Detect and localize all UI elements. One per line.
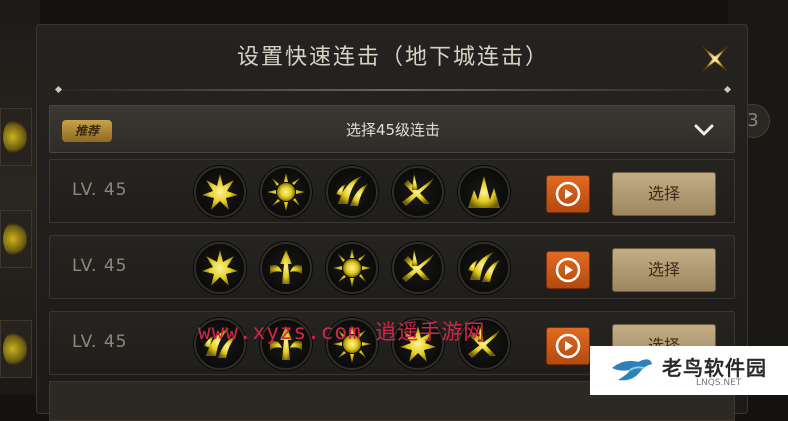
- preview-play-button[interactable]: [546, 175, 590, 213]
- preview-play-button[interactable]: [546, 251, 590, 289]
- combo-row: LV. 45 选择: [49, 235, 735, 299]
- combo-level-label: LV. 45: [72, 256, 128, 276]
- background-left-panel: [0, 0, 40, 395]
- slash-skill-icon: [392, 166, 444, 218]
- close-icon: [702, 46, 728, 72]
- background-thumbnail: [0, 210, 32, 268]
- sun-skill-icon: [326, 242, 378, 294]
- combo-level-label: LV. 45: [72, 332, 128, 352]
- preview-play-button[interactable]: [546, 327, 590, 365]
- background-thumbnail: [0, 108, 32, 166]
- play-icon: [555, 181, 581, 207]
- close-button[interactable]: [693, 37, 737, 81]
- background-thumbnail: [0, 320, 32, 378]
- logo-name: 老鸟软件园: [662, 356, 767, 380]
- title-divider: [59, 89, 727, 91]
- rise-skill-icon: [260, 242, 312, 294]
- sun-skill-icon: [260, 166, 312, 218]
- burst-skill-icon: [194, 242, 246, 294]
- combo-level-label: LV. 45: [72, 180, 128, 200]
- combo-row: LV. 45 选择: [49, 159, 735, 223]
- burst-skill-icon: [194, 166, 246, 218]
- slash-skill-icon: [392, 242, 444, 294]
- select-combo-button[interactable]: 选择: [612, 248, 716, 292]
- logo-subtext: LNQS.NET: [696, 378, 742, 388]
- claw-skill-icon: [326, 166, 378, 218]
- combo-level-dropdown[interactable]: 推荐 选择45级连击: [49, 105, 735, 153]
- play-icon: [555, 333, 581, 359]
- dropdown-selected-value: 选择45级连击: [345, 121, 441, 139]
- select-combo-button[interactable]: 选择: [612, 172, 716, 216]
- spike-skill-icon: [458, 166, 510, 218]
- chevron-down-icon: [694, 124, 714, 136]
- logo-watermark: 老鸟软件园 LNQS.NET: [590, 346, 788, 395]
- site-watermark-text: www.xyzs.com 逍遥手游网: [198, 320, 486, 344]
- claw-skill-icon: [458, 242, 510, 294]
- play-icon: [555, 257, 581, 283]
- dialog-title: 设置快速连击（地下城连击）: [236, 45, 549, 70]
- bird-logo-icon: [612, 359, 652, 381]
